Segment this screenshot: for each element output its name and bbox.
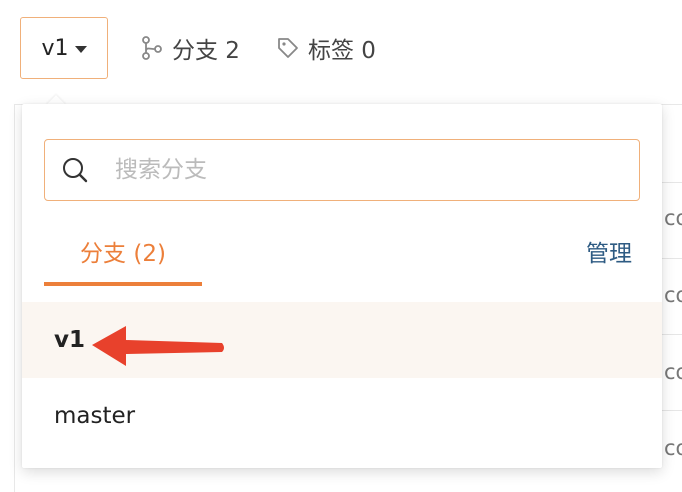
branches-count-label: 分支 2 (172, 38, 240, 64)
branch-search-box[interactable] (44, 139, 640, 201)
tab-branches[interactable]: 分支 (2) (44, 224, 202, 288)
row-divider (660, 258, 682, 259)
manage-branches-link[interactable]: 管理 (586, 234, 632, 268)
branch-item-label: v1 (54, 327, 85, 353)
branches-count-link[interactable]: 分支 2 (140, 30, 240, 66)
branch-item-label: master (54, 403, 136, 429)
branch-item-master[interactable]: master (22, 378, 662, 454)
tag-icon (278, 38, 298, 58)
search-icon (63, 158, 88, 183)
tab-branches-label: 分支 (2) (80, 241, 166, 267)
background-text-fragment: co (664, 436, 682, 460)
branch-list: v1 master (22, 302, 662, 454)
branch-item-v1[interactable]: v1 (22, 302, 662, 378)
caret-down-icon (74, 45, 87, 53)
branch-selector-button[interactable]: v1 (20, 17, 108, 79)
page: v1 分支 2 标签 0 co co co co 搜索分支 分支 (2) 管理 … (0, 0, 682, 492)
row-divider (660, 334, 682, 335)
tags-count-label: 标签 0 (308, 38, 376, 64)
background-text-fragment: co (664, 206, 682, 230)
popover-tabs: 分支 (2) 管理 (44, 224, 640, 286)
current-branch-label: v1 (41, 35, 69, 61)
tags-count-link[interactable]: 标签 0 (276, 30, 376, 66)
row-divider (660, 182, 682, 183)
active-tab-indicator (44, 282, 202, 286)
row-divider (660, 410, 682, 411)
background-text-fragment: co (664, 360, 682, 384)
branch-search-input[interactable] (115, 157, 635, 183)
git-branch-icon (142, 36, 162, 60)
background-text-fragment: co (664, 283, 682, 307)
branch-dropdown-popover: 分支 (2) 管理 v1 master (22, 104, 662, 468)
